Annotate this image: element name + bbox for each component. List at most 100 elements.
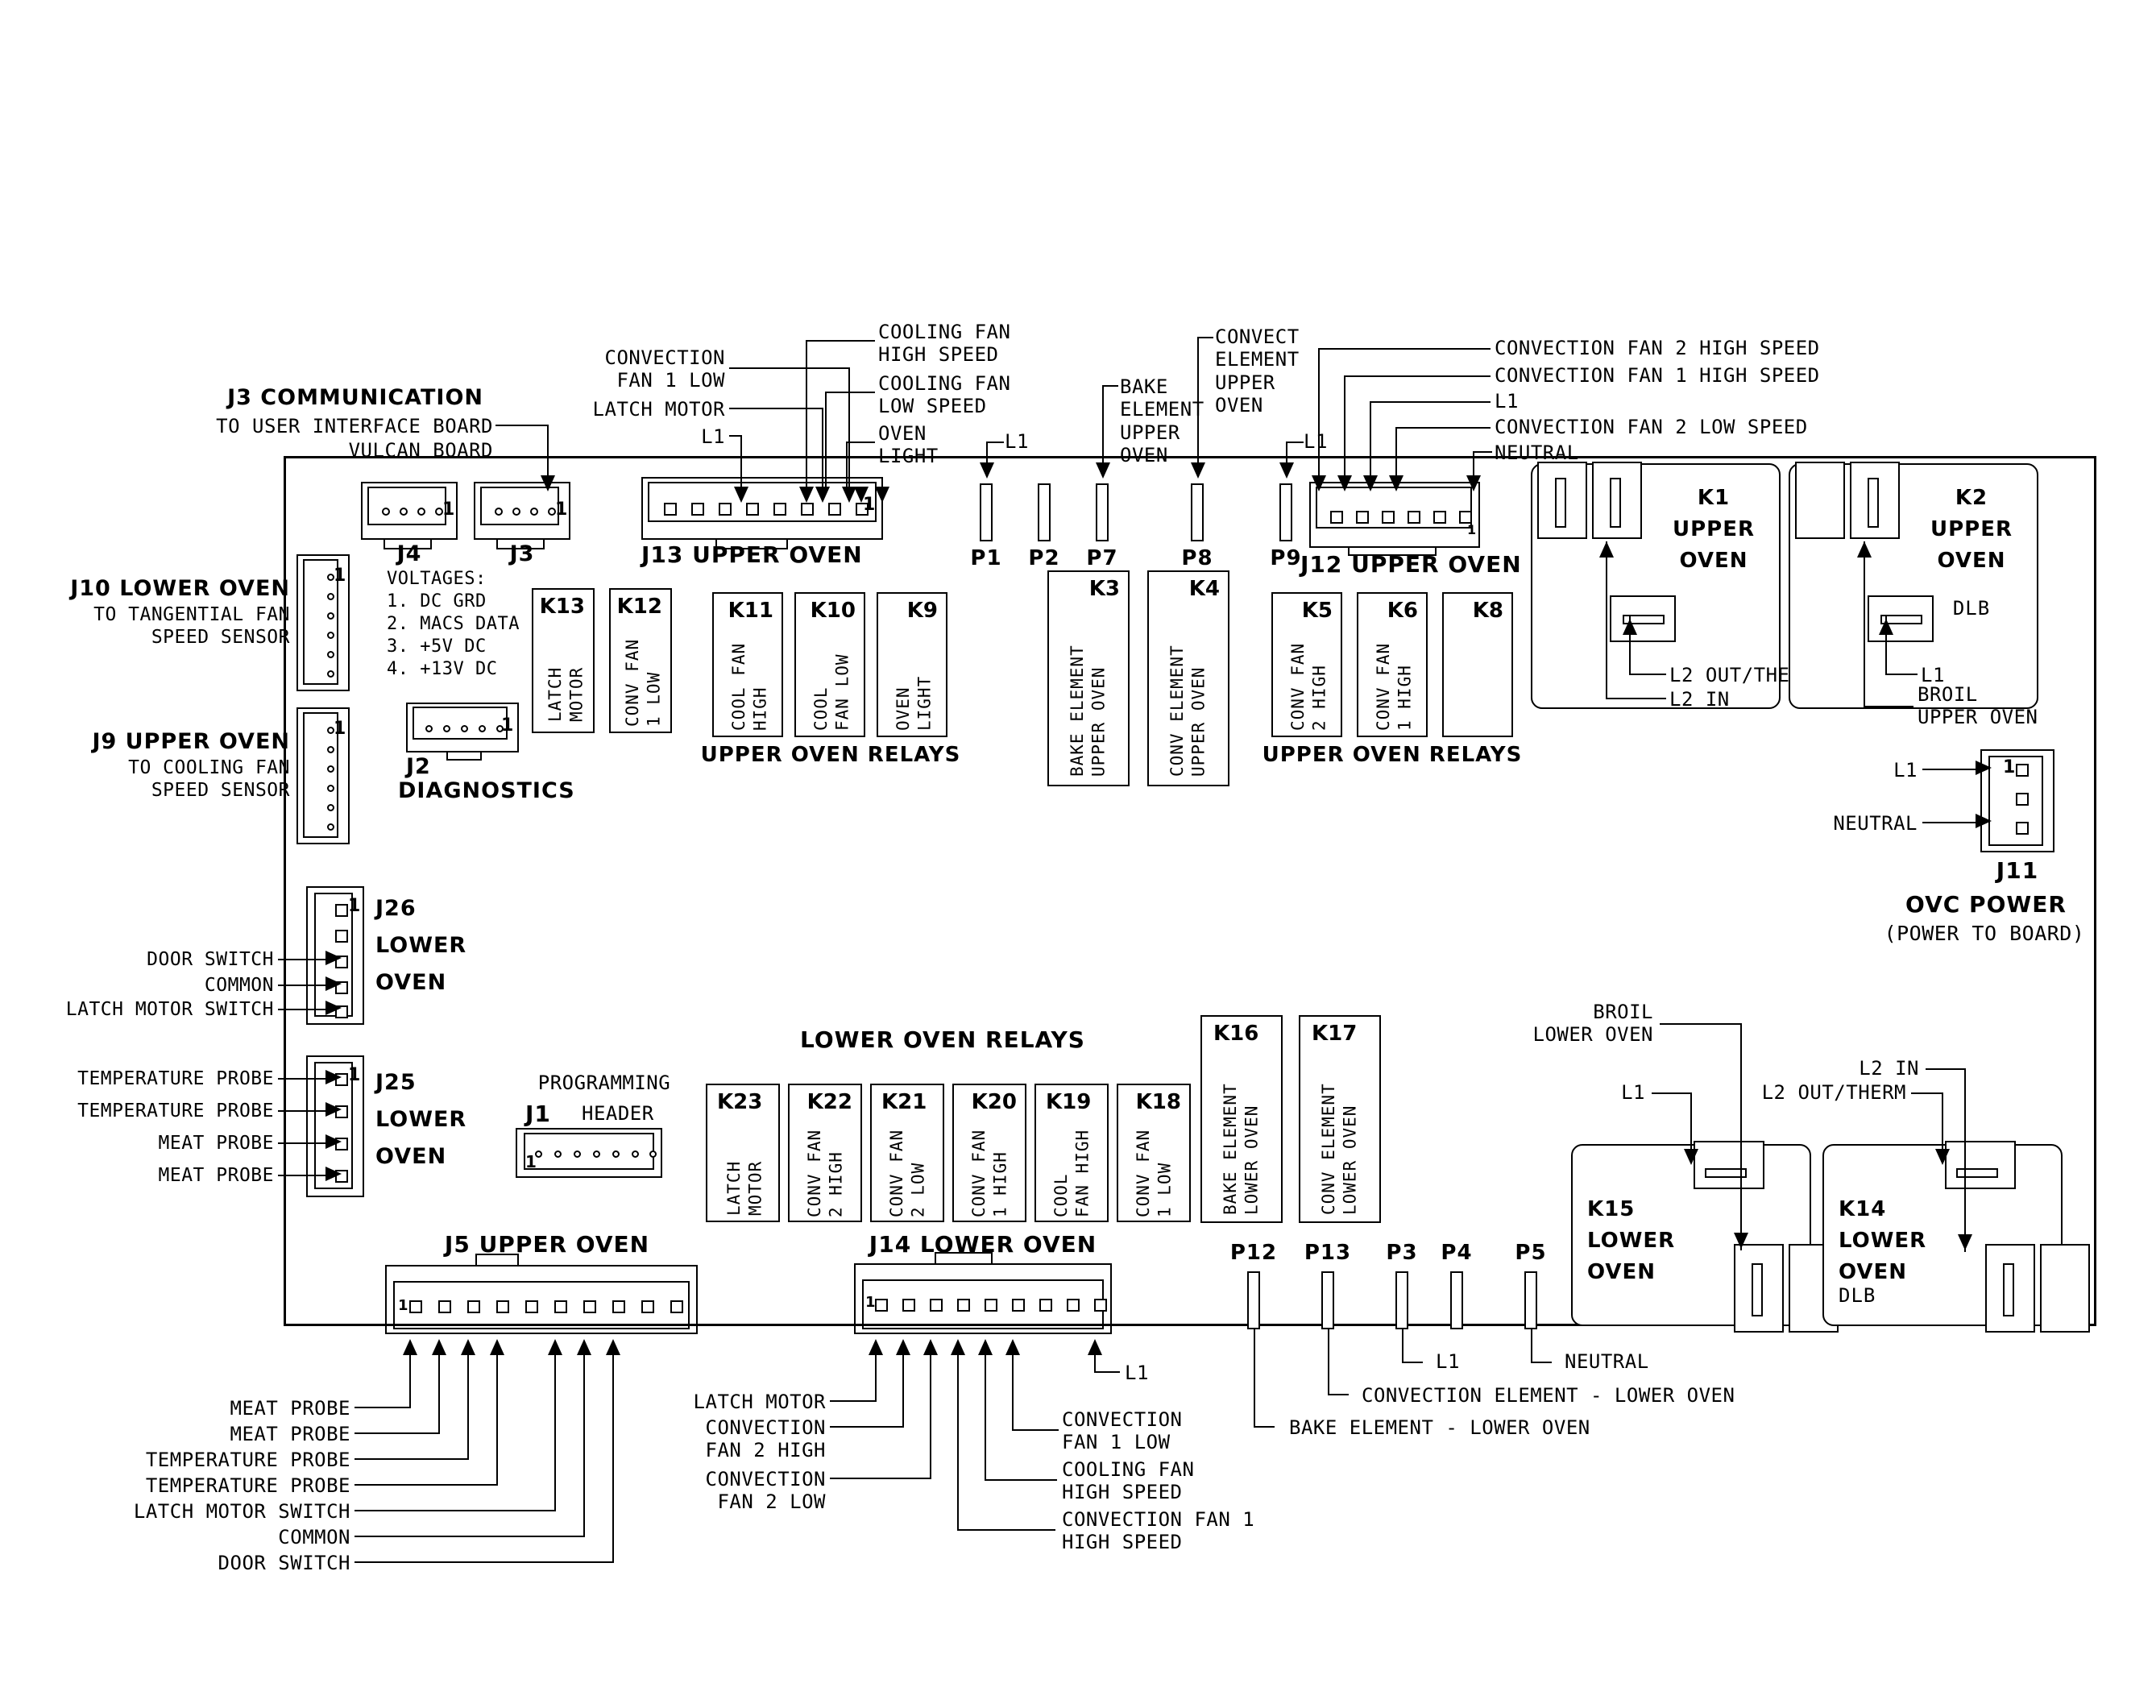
relay-k23-label: LATCH MOTOR [724, 1160, 765, 1216]
relay-k12: K12 CONV FAN 1 LOW [609, 588, 672, 733]
j12-pin-label-cf2-low: CONVECTION FAN 2 LOW SPEED [1495, 416, 1808, 438]
relay-k17-id: K17 [1312, 1022, 1358, 1046]
relay-k5: K5 CONV FAN 2 HIGH [1271, 592, 1342, 737]
connector-j5[interactable]: 1 [385, 1254, 698, 1334]
relay-k16-id: K16 [1213, 1022, 1259, 1046]
arrow-k15-l1 [1684, 1149, 1698, 1165]
arrow-j12-1 [1337, 475, 1352, 491]
j14-pin-label-cooling-fan-high: COOLING FAN HIGH SPEED [1062, 1458, 1195, 1504]
j14-pin-label-conv-fan-1-low: CONVECTION FAN 1 LOW [1062, 1408, 1183, 1454]
j25-line3: OVEN [375, 1144, 447, 1169]
relay-k16-label: BAKE ELEMENT LOWER OVEN [1221, 1083, 1262, 1215]
arrow-j14-1 [896, 1339, 910, 1355]
arrow-k14-l2in [1958, 1234, 1972, 1250]
relay-k17: K17 CONV ELEMENT LOWER OVEN [1299, 1015, 1381, 1223]
relay-k3-label: BAKE ELEMENT UPPER OVEN [1068, 645, 1109, 777]
arrow-j14-6 [1088, 1339, 1102, 1355]
relay-k18: K18 CONV FAN 1 LOW [1117, 1084, 1191, 1222]
arrow-p8 [1191, 462, 1205, 479]
arrow-j13-ovenlight [875, 487, 889, 503]
j5-pin-label-latch-motor-switch: LATCH MOTOR SWITCH [133, 1500, 350, 1523]
j12-pin-label-cf1-high: CONVECTION FAN 1 HIGH SPEED [1495, 364, 1820, 387]
power-relay-k1-title: K1 UPPER OVEN [1672, 486, 1755, 573]
p1-label: P1 [970, 546, 1002, 570]
j1-header-label: HEADER [582, 1102, 654, 1125]
arrow-j5-2 [461, 1339, 475, 1355]
p8-wire-label: CONVECT ELEMENT UPPER OVEN [1215, 325, 1300, 417]
arrow-j5-0 [403, 1339, 417, 1355]
spade-terminal-p9[interactable] [1279, 483, 1292, 541]
j13-pin-label-l1: L1 [701, 425, 725, 448]
spade-terminal-p7[interactable] [1096, 483, 1109, 541]
lower-oven-relays-title: LOWER OVEN RELAYS [800, 1026, 1085, 1053]
j5-pin-label-temp-probe-1: TEMPERATURE PROBE [145, 1449, 350, 1471]
relay-k20-label: CONV FAN 1 HIGH [969, 1129, 1010, 1217]
connector-j12[interactable]: 1 [1309, 482, 1480, 556]
j10-sub2: SPEED SENSOR [151, 627, 290, 648]
connector-j10[interactable]: 1 [296, 554, 350, 691]
relay-k22-id: K22 [806, 1090, 852, 1114]
p12-label: P12 [1229, 1241, 1278, 1265]
arrow-j25-3 [325, 1167, 342, 1181]
connector-j3[interactable]: 1 [474, 482, 570, 549]
j11-label: J11 [1996, 857, 2039, 884]
arrow-j5-3 [490, 1339, 504, 1355]
j10-sub1: TO TANGENTIAL FAN [93, 604, 290, 625]
j14-pin-label-conv-fan-2-high: CONVECTION FAN 2 HIGH [705, 1416, 826, 1462]
relay-k22-label: CONV FAN 2 HIGH [805, 1129, 846, 1217]
spade-terminal-p8[interactable] [1191, 483, 1204, 541]
voltage-line-1: 1. DC GRD [387, 591, 487, 611]
arrow-j12-4 [1466, 475, 1481, 491]
connector-j2[interactable]: 1 [406, 703, 519, 761]
arrow-j13-latch [815, 487, 830, 503]
relay-k20-id: K20 [971, 1090, 1017, 1114]
j26-label: J26 [375, 896, 417, 921]
upper-oven-relays-title-a: UPPER OVEN RELAYS [700, 743, 961, 767]
arrow-j13-cflow [854, 487, 869, 503]
p1-wire-label: L1 [1005, 430, 1029, 453]
p2-label: P2 [1028, 546, 1060, 570]
voltage-line-4: 4. +13V DC [387, 659, 498, 679]
j5-pin-label-temp-probe-2: TEMPERATURE PROBE [145, 1474, 350, 1497]
relay-k5-label: CONV FAN 2 HIGH [1288, 642, 1329, 731]
arrow-k14-l2out [1935, 1149, 1950, 1165]
j13-pin-label-oven-light: OVEN LIGHT [878, 422, 939, 468]
connector-j14[interactable]: 1 [854, 1252, 1112, 1334]
relay-k11: K11 COOL FAN HIGH [712, 592, 783, 737]
j26-pin-label-door-switch: DOOR SWITCH [147, 949, 274, 970]
arrow-j26-0 [325, 951, 342, 965]
arrow-k15-broil [1734, 1233, 1748, 1249]
spade-terminal-p1[interactable] [980, 483, 993, 541]
arrow-p7 [1096, 462, 1110, 479]
voltages-header: VOLTAGES: [387, 569, 487, 589]
relay-k6: K6 CONV FAN 1 HIGH [1357, 592, 1428, 737]
relay-k18-label: CONV FAN 1 LOW [1134, 1129, 1175, 1217]
connector-j1[interactable]: 1 [516, 1128, 662, 1178]
spade-terminal-p4[interactable] [1450, 1271, 1463, 1329]
spade-terminal-p5[interactable] [1524, 1271, 1537, 1329]
j26-pin-label-common: COMMON [204, 975, 274, 996]
p4-label: P4 [1441, 1241, 1473, 1265]
j11-ovc-power-title: OVC POWER [1905, 891, 2067, 918]
arrow-j25-2 [325, 1134, 342, 1149]
spade-terminal-p2[interactable] [1038, 483, 1051, 541]
j25-pin-label-meat-probe-1: MEAT PROBE [158, 1133, 274, 1154]
j13-pin-label-cooling-fan-low: COOLING FAN LOW SPEED [878, 372, 1011, 418]
relay-k5-id: K5 [1301, 599, 1333, 623]
relay-k11-id: K11 [728, 599, 773, 623]
j2-label: J2 [406, 754, 431, 779]
relay-k13-id: K13 [539, 595, 585, 619]
power-relay-k14-title: K14 LOWER OVEN [1839, 1197, 1927, 1284]
arrow-j14-3 [951, 1339, 965, 1355]
connector-j9[interactable]: 1 [296, 707, 350, 844]
arrow-j14-2 [923, 1339, 938, 1355]
spade-terminal-p3[interactable] [1395, 1271, 1408, 1329]
spade-terminal-p13[interactable] [1321, 1271, 1334, 1329]
connector-j4[interactable]: 1 [361, 482, 458, 549]
j5-label: J5 UPPER OVEN [444, 1231, 650, 1258]
arrow-j25-0 [325, 1070, 342, 1084]
j5-pin-label-meat-probe-1: MEAT PROBE [230, 1397, 350, 1420]
relay-k9: K9 OVEN LIGHT [877, 592, 947, 737]
spade-terminal-p12[interactable] [1247, 1271, 1260, 1329]
j25-pin-label-temp-probe-2: TEMPERATURE PROBE [77, 1101, 274, 1121]
